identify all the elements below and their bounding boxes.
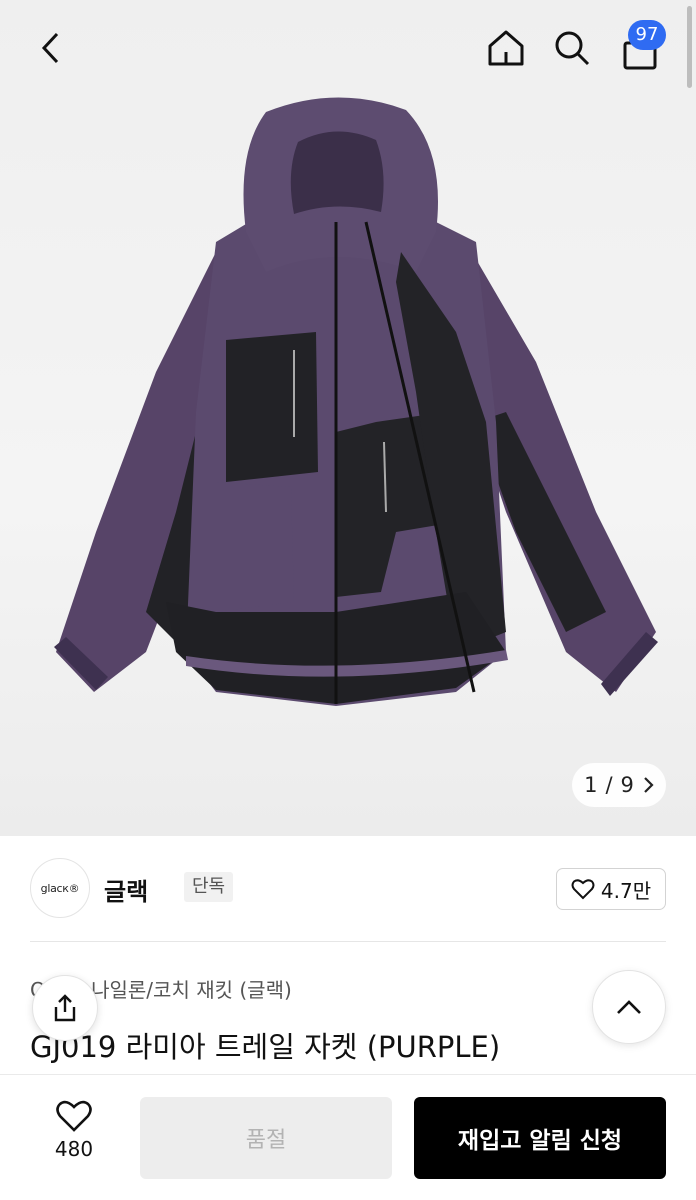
brand-row: glacк® 글랙 단독 4.7만 — [30, 858, 666, 920]
chevron-up-icon — [617, 1000, 641, 1014]
chevron-left-icon — [41, 32, 59, 64]
product-image-gallery[interactable] — [0, 0, 696, 836]
brand-like-button[interactable]: 4.7만 — [556, 868, 666, 910]
back-button[interactable] — [26, 22, 78, 74]
pager-current: 1 — [584, 773, 598, 797]
brand-like-count: 4.7만 — [600, 878, 652, 903]
pager-total: 9 — [620, 773, 634, 797]
exclusive-badge: 단독 — [184, 872, 234, 902]
heart-icon — [571, 879, 595, 900]
share-button[interactable] — [32, 975, 98, 1041]
chevron-right-icon — [644, 777, 654, 793]
breadcrumb-category[interactable]: 나일론/코치 재킷 (글랙) — [91, 978, 292, 1002]
search-button[interactable] — [546, 22, 598, 74]
bottom-action-bar: 480 품절 재입고 알림 신청 — [0, 1074, 696, 1200]
pager-separator: / — [605, 773, 613, 797]
scroll-to-top-button[interactable] — [592, 970, 666, 1044]
home-icon — [488, 30, 524, 66]
cart-button[interactable]: 97 — [614, 20, 666, 74]
product-title: GJ019 라미아 트레일 자켓 (PURPLE) — [30, 1030, 501, 1064]
wishlist-count: 480 — [54, 1137, 94, 1161]
brand-logo-text: glacк® — [40, 881, 80, 895]
search-icon — [555, 31, 590, 66]
product-image-jacket — [54, 97, 658, 706]
image-pager[interactable]: 1 / 9 — [572, 763, 666, 807]
heart-icon — [56, 1100, 92, 1132]
divider — [30, 941, 666, 942]
restock-alert-button[interactable]: 재입고 알림 신청 — [414, 1097, 666, 1179]
soldout-button: 품절 — [140, 1097, 392, 1179]
brand-name[interactable]: 글랙 — [104, 872, 148, 907]
wishlist-button[interactable]: 480 — [44, 1099, 104, 1175]
scrollbar[interactable] — [687, 6, 692, 88]
share-icon — [54, 994, 76, 1022]
cart-count-badge: 97 — [628, 20, 666, 50]
home-button[interactable] — [480, 22, 532, 74]
brand-logo[interactable]: glacк® — [30, 858, 90, 918]
